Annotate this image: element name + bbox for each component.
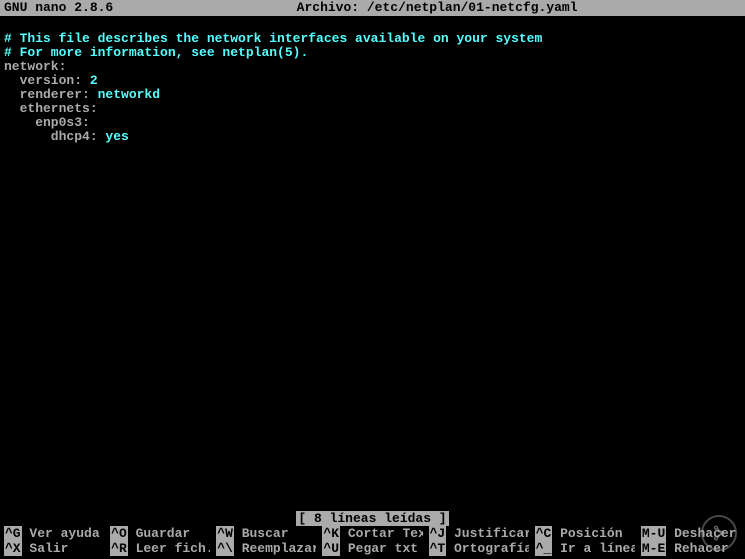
help-key-ir-a-linea[interactable]: ^_ Ir a línea <box>535 541 635 556</box>
editor-content[interactable]: # This file describes the network interf… <box>0 16 745 146</box>
help-key-cortar[interactable]: ^K Cortar Text <box>322 526 422 541</box>
yaml-line: version: 2 <box>4 73 98 88</box>
help-key-leer-fich[interactable]: ^R Leer fich. <box>110 541 210 556</box>
yaml-line: dhcp4: yes <box>4 129 129 144</box>
yaml-line: network: <box>4 59 66 74</box>
app-name: GNU nano 2.8.6 <box>4 0 133 16</box>
comment-line: # This file describes the network interf… <box>4 31 542 46</box>
status-text: [ 8 líneas leídas ] <box>296 511 448 526</box>
watermark-icon <box>701 515 737 551</box>
yaml-line: renderer: networkd <box>4 87 160 102</box>
help-key-ortografia[interactable]: ^T Ortografía <box>429 541 529 556</box>
help-key-ver-ayuda[interactable]: ^G Ver ayuda <box>4 526 104 541</box>
yaml-line: enp0s3: <box>4 115 90 130</box>
help-key-posicion[interactable]: ^C Posición <box>535 526 635 541</box>
title-bar: GNU nano 2.8.6 Archivo: /etc/netplan/01-… <box>0 0 745 16</box>
help-key-pegar[interactable]: ^U Pegar txt <box>322 541 422 556</box>
help-key-guardar[interactable]: ^O Guardar <box>110 526 210 541</box>
help-key-salir[interactable]: ^X Salir <box>4 541 104 556</box>
help-key-buscar[interactable]: ^W Buscar <box>216 526 316 541</box>
status-bar: [ 8 líneas leídas ] <box>0 511 745 526</box>
help-bar: ^G Ver ayuda ^O Guardar ^W Buscar ^K Cor… <box>0 526 745 556</box>
file-label: Archivo: /etc/netplan/01-netcfg.yaml <box>133 0 741 16</box>
comment-line: # For more information, see netplan(5). <box>4 45 308 60</box>
help-key-reemplazar[interactable]: ^\ Reemplazar <box>216 541 316 556</box>
yaml-line: ethernets: <box>4 101 98 116</box>
help-key-justificar[interactable]: ^J Justificar <box>429 526 529 541</box>
